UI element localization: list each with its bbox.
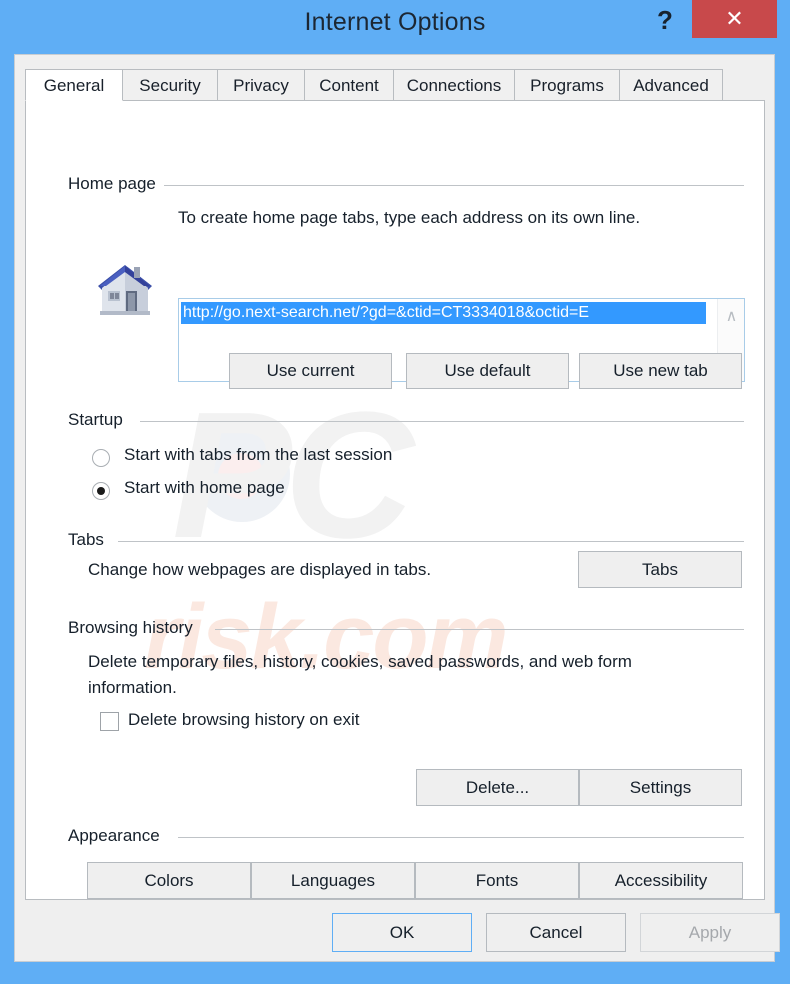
close-button[interactable]: ✕ xyxy=(692,0,777,38)
tab-advanced[interactable]: Advanced xyxy=(619,69,723,101)
group-appearance-label: Appearance xyxy=(68,826,160,845)
internet-options-window: Internet Options ? ✕ General Security Pr… xyxy=(0,0,790,984)
watermark-circle xyxy=(194,426,290,522)
cancel-button[interactable]: Cancel xyxy=(486,913,626,952)
delete-button[interactable]: Delete... xyxy=(416,769,579,806)
close-icon: ✕ xyxy=(725,6,744,31)
group-home-page-divider xyxy=(164,185,744,186)
title-bar: Internet Options ? ✕ xyxy=(0,0,790,54)
help-icon[interactable]: ? xyxy=(650,2,680,38)
group-browsing-history-label: Browsing history xyxy=(68,618,193,637)
languages-button[interactable]: Languages xyxy=(251,862,415,899)
settings-button[interactable]: Settings xyxy=(579,769,742,806)
group-browsing-history-divider xyxy=(215,629,744,630)
colors-button[interactable]: Colors xyxy=(87,862,251,899)
group-startup-label: Startup xyxy=(68,410,123,429)
scroll-up-icon[interactable]: ∧ xyxy=(718,307,745,327)
tab-security[interactable]: Security xyxy=(122,69,218,101)
ok-button[interactable]: OK xyxy=(332,913,472,952)
tabs-button[interactable]: Tabs xyxy=(578,551,742,588)
apply-button: Apply xyxy=(640,913,780,952)
home-page-url-value: http://go.next-search.net/?gd=&ctid=CT33… xyxy=(181,302,706,324)
tab-strip: General Security Privacy Content Connect… xyxy=(25,69,765,101)
browsing-history-description: Delete temporary files, history, cookies… xyxy=(88,652,632,697)
delete-browsing-history-label: Delete browsing history on exit xyxy=(128,710,360,729)
watermark-brand: PC xyxy=(172,375,414,576)
radio-start-with-home-page[interactable] xyxy=(92,482,110,500)
use-default-button[interactable]: Use default xyxy=(406,353,569,389)
tab-connections[interactable]: Connections xyxy=(393,69,515,101)
radio-start-with-home-page-label: Start with home page xyxy=(124,478,285,497)
tab-content[interactable]: Content xyxy=(304,69,394,101)
group-home-page-label: Home page xyxy=(68,174,156,193)
delete-browsing-history-checkbox[interactable] xyxy=(100,712,119,731)
use-current-button[interactable]: Use current xyxy=(229,353,392,389)
dialog-footer: OK Cancel Apply xyxy=(25,905,780,952)
tab-general[interactable]: General xyxy=(25,69,123,101)
house-icon xyxy=(94,261,156,319)
radio-start-with-last-session-label: Start with tabs from the last session xyxy=(124,445,393,464)
tab-programs[interactable]: Programs xyxy=(514,69,620,101)
tabs-description: Change how webpages are displayed in tab… xyxy=(88,560,432,579)
tab-privacy[interactable]: Privacy xyxy=(217,69,305,101)
group-tabs-divider xyxy=(118,541,744,542)
use-new-tab-button[interactable]: Use new tab xyxy=(579,353,742,389)
group-tabs-label: Tabs xyxy=(68,530,104,549)
radio-selected-dot xyxy=(97,487,105,495)
home-page-instruction: To create home page tabs, type each addr… xyxy=(178,208,641,227)
fonts-button[interactable]: Fonts xyxy=(415,862,579,899)
radio-start-with-last-session[interactable] xyxy=(92,449,110,467)
group-startup-divider xyxy=(140,421,744,422)
group-appearance-divider xyxy=(178,837,744,838)
tab-page-general: PC risk.com Home page To create home pag… xyxy=(25,100,765,900)
accessibility-button[interactable]: Accessibility xyxy=(579,862,743,899)
dialog-client-area: General Security Privacy Content Connect… xyxy=(14,54,780,962)
